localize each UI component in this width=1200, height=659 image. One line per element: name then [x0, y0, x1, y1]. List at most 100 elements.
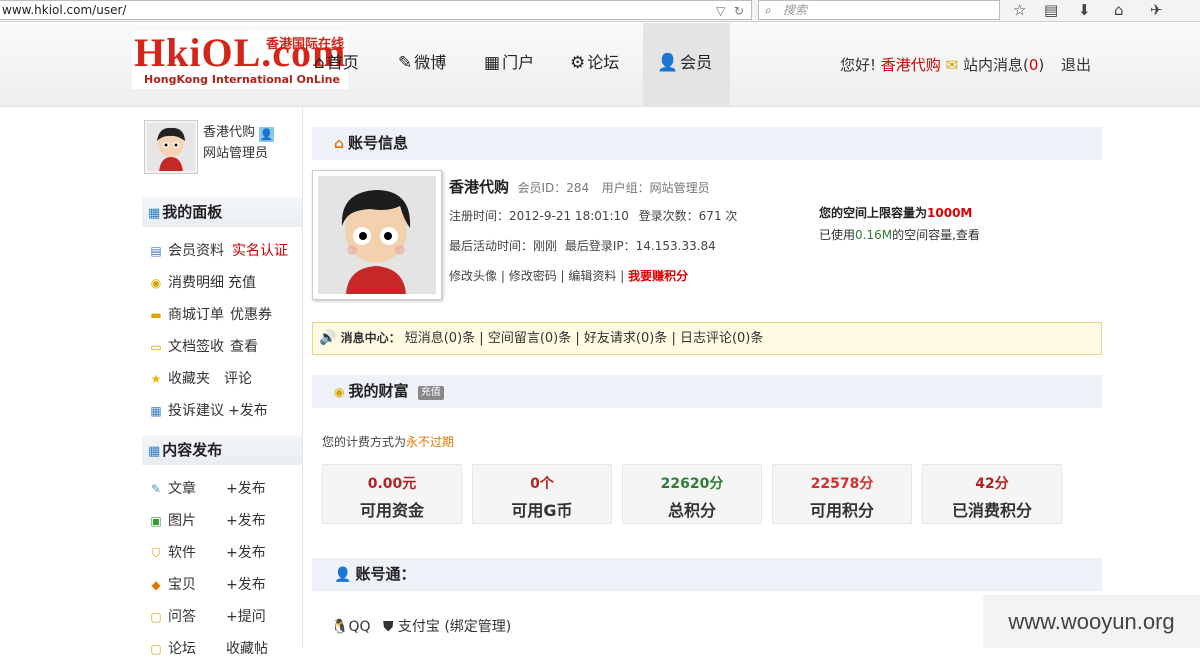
friend-requests-link[interactable]: 好友请求(0)条: [584, 331, 667, 346]
stat-label: 已消费积分: [951, 501, 1032, 520]
logout-link[interactable]: 退出: [1061, 56, 1091, 74]
messages-count: 0: [1028, 56, 1039, 74]
sidebar-item-documents[interactable]: ▭ 文档签收 查看: [148, 337, 258, 357]
nav-forum[interactable]: ⚙ 论坛: [556, 23, 633, 107]
coins-icon: ◉: [334, 385, 345, 399]
coins-icon: ◉: [150, 276, 162, 290]
nav-home[interactable]: ⌂ 首页: [300, 23, 373, 107]
change-password-link[interactable]: 修改密码: [509, 269, 557, 283]
user-card-icon: 👤: [259, 127, 275, 142]
bookmark-star-icon[interactable]: ☆: [1013, 0, 1026, 20]
search-input[interactable]: ⌕ 搜索: [758, 0, 1000, 20]
earn-points-link[interactable]: 我要赚积分: [628, 269, 688, 283]
sidebar-item-qa[interactable]: ▢ 问答 +提问: [148, 607, 266, 627]
recharge-badge[interactable]: 充值: [417, 386, 444, 400]
stat-label: 总积分: [667, 501, 716, 520]
publish-link[interactable]: +发布: [226, 481, 266, 497]
header-username-link[interactable]: 香港代购: [881, 56, 941, 74]
house-icon: ⌂: [334, 136, 345, 152]
dropdown-icon[interactable]: ▽: [716, 2, 725, 20]
edit-profile-link[interactable]: 编辑资料: [568, 269, 616, 283]
stat-g-coins: 0个 可用G币: [472, 464, 612, 524]
side-label: 宝贝: [168, 577, 196, 593]
recharge-link[interactable]: 充值: [228, 275, 256, 291]
space-used-link[interactable]: 的空间容量,查看: [892, 228, 980, 242]
sidebar-user-role: 网站管理员: [203, 146, 269, 161]
space-used-prefix: 已使用: [819, 228, 856, 242]
person-icon: 👤: [334, 567, 352, 583]
billing-line: 您的计费方式为永不过期: [322, 433, 454, 450]
speaker-icon: 🔊: [319, 330, 337, 346]
nav-weibo[interactable]: ✎ 微博: [384, 23, 460, 107]
real-name-auth-link[interactable]: 实名认证: [232, 243, 288, 259]
side-label: 论坛: [168, 641, 196, 657]
nav-weibo-label: 微博: [414, 53, 447, 72]
register-time: 2012-9-21 18:01:10: [509, 209, 629, 223]
sidebar-item-orders[interactable]: ▬ 商城订单 优惠券: [148, 305, 272, 325]
sidebar-item-goods[interactable]: ◆ 宝贝 +发布: [148, 575, 266, 595]
reload-icon[interactable]: ↻: [734, 2, 744, 20]
messages-link[interactable]: 站内消息(0): [963, 56, 1044, 74]
side-label: 文章: [168, 481, 196, 497]
sidebar-avatar[interactable]: [144, 120, 198, 174]
address-bar[interactable]: www.hkiol.com/user/ ▽ ↻: [0, 0, 752, 20]
side-label: 收藏夹: [168, 371, 210, 387]
sidebar-item-forum[interactable]: ▢ 论坛 收藏帖: [148, 639, 268, 659]
watermark: www.wooyun.org: [983, 595, 1200, 648]
space-used: 已使用0.16M的空间容量,查看: [819, 226, 980, 243]
user-icon: 👤: [657, 53, 679, 73]
space-comments-link[interactable]: 空间留言(0)条: [488, 331, 571, 346]
sidebar-item-complaints[interactable]: ▦ 投诉建议 +发布: [148, 401, 268, 421]
nav-member[interactable]: 👤 会员: [643, 23, 730, 107]
coupon-link[interactable]: 优惠券: [230, 307, 272, 323]
nav-portal[interactable]: ▦ 门户: [470, 23, 548, 107]
sidebar-user-name[interactable]: 香港代购 👤: [203, 121, 275, 142]
account-links: 修改头像 | 修改密码 | 编辑资料 | 我要赚积分: [449, 269, 689, 283]
register-line: 注册时间：2012-9-21 18:01:10 登录次数：671 次: [449, 207, 737, 224]
profile-icon: ▤: [150, 244, 162, 258]
nav-member-label: 会员: [680, 53, 713, 72]
addon-icon[interactable]: ✈: [1150, 0, 1163, 20]
nav-home-label: 首页: [326, 53, 359, 72]
sidebar-item-picture[interactable]: ▣ 图片 +发布: [148, 511, 266, 531]
publish-link[interactable]: +发布: [226, 577, 266, 593]
short-messages-link[interactable]: 短消息(0)条: [405, 331, 475, 346]
sidebar-item-profile[interactable]: ▤ 会员资料 实名认证: [148, 241, 288, 261]
clipboard-icon[interactable]: ▤: [1044, 0, 1058, 20]
qq-icon: 🐧: [331, 619, 349, 635]
alipay-link[interactable]: 支付宝 (绑定管理): [398, 619, 511, 635]
comment-link[interactable]: 评论: [224, 371, 252, 387]
search-icon: ⌕: [765, 3, 772, 17]
sidebar-item-article[interactable]: ✎ 文章 +发布: [148, 479, 266, 499]
nav-portal-label: 门户: [502, 53, 535, 72]
qq-link[interactable]: QQ: [348, 619, 370, 635]
publish-link[interactable]: +发布: [226, 513, 266, 529]
message-center: 🔊 消息中心： 短消息(0)条 | 空间留言(0)条 | 好友请求(0)条 | …: [312, 322, 1102, 355]
side-label: 投诉建议: [168, 403, 224, 419]
home-icon[interactable]: ⌂: [1114, 0, 1124, 20]
group-label: 用户组：: [601, 181, 650, 195]
download-icon[interactable]: ⬇: [1078, 0, 1091, 20]
side-label: 软件: [168, 545, 196, 561]
last-ip-label: 最后登录IP：: [564, 239, 636, 253]
wealth-header: ◉ 我的财富 充值: [312, 375, 1102, 408]
publish-icon: ▦: [148, 444, 161, 459]
ask-link[interactable]: +提问: [226, 609, 266, 625]
envelope-icon: ✉: [945, 56, 959, 74]
panel-title-text: 我的面板: [162, 203, 223, 221]
account-info-header: ⌂ 账号信息: [312, 127, 1102, 160]
side-label: 问答: [168, 609, 196, 625]
sidebar-item-favorites[interactable]: ★ 收藏夹 评论: [148, 369, 252, 389]
blog-comments-link[interactable]: 日志评论(0)条: [680, 331, 763, 346]
favorite-posts-link[interactable]: 收藏帖: [226, 641, 268, 657]
change-avatar-link[interactable]: 修改头像: [449, 269, 497, 283]
publish-link[interactable]: +发布: [226, 545, 266, 561]
side-label: 商城订单: [168, 307, 224, 323]
tag-icon: ◆: [151, 578, 161, 592]
view-link[interactable]: 查看: [230, 339, 258, 355]
sidebar-item-consumption[interactable]: ◉ 消费明细 充值: [148, 273, 256, 293]
main-avatar[interactable]: [312, 170, 442, 300]
publish-link[interactable]: +发布: [228, 403, 268, 419]
space-used-value: 0.16M: [855, 228, 893, 242]
sidebar-item-software[interactable]: ⛉ 软件 +发布: [148, 543, 266, 563]
